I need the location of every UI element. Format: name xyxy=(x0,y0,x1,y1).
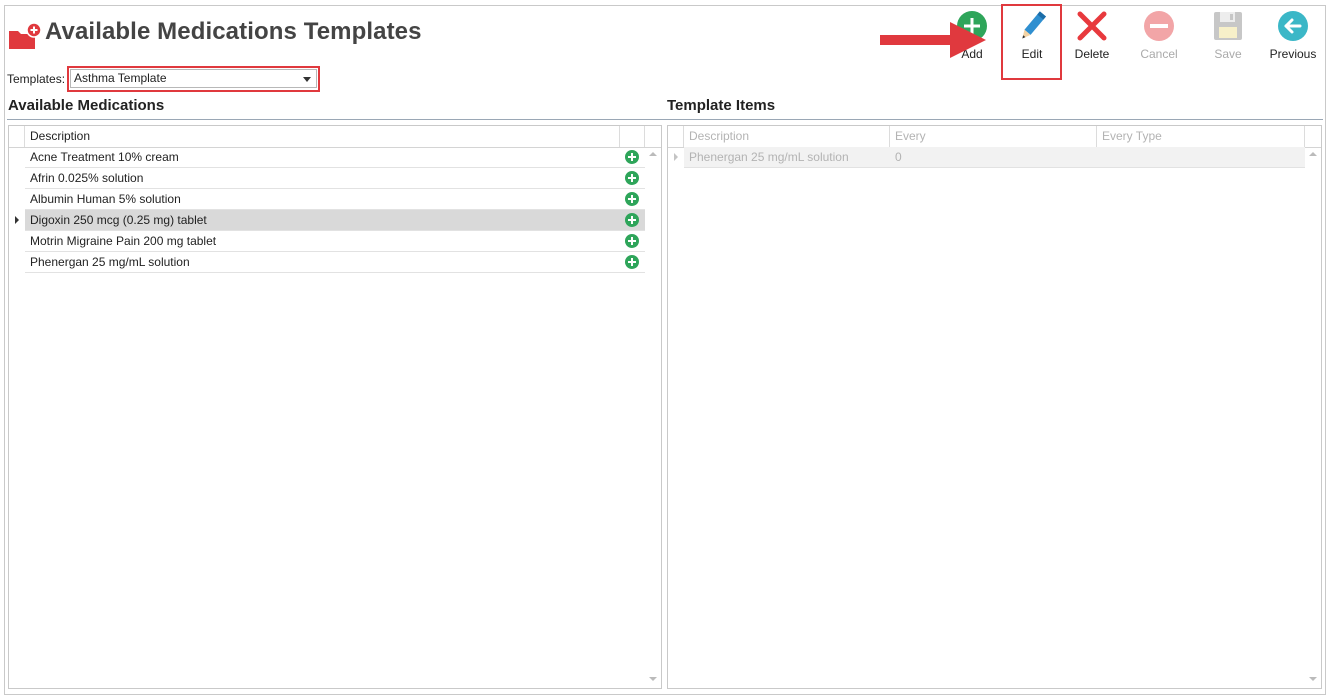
medication-folder-icon xyxy=(9,22,42,49)
edit-button[interactable]: Edit xyxy=(1002,6,1062,62)
add-medication-icon[interactable] xyxy=(625,192,639,206)
floppy-disk-icon xyxy=(1214,12,1242,40)
medication-description: Albumin Human 5% solution xyxy=(25,189,620,210)
edit-label: Edit xyxy=(1021,47,1043,61)
scroll-up-arrow-icon[interactable] xyxy=(649,152,657,156)
template-item-row[interactable]: Phenergan 25 mg/mL solution 0 xyxy=(668,147,1305,168)
annotation-arrow-icon xyxy=(880,22,986,58)
grid-header: Description xyxy=(9,126,661,148)
add-medication-cell xyxy=(620,168,645,189)
column-header-description[interactable]: Description xyxy=(684,126,890,147)
page-title: Available Medications Templates xyxy=(45,18,422,45)
medication-row[interactable]: Digoxin 250 mcg (0.25 mg) tablet xyxy=(9,210,645,231)
medication-description: Digoxin 250 mcg (0.25 mg) tablet xyxy=(25,210,620,231)
available-medications-heading: Available Medications xyxy=(8,97,165,114)
add-medication-icon[interactable] xyxy=(625,234,639,248)
available-medications-grid[interactable]: Description Acne Treatment 10% cream Afri… xyxy=(8,125,662,689)
medication-description: Acne Treatment 10% cream xyxy=(25,147,620,168)
current-row-indicator-icon xyxy=(674,153,678,161)
medication-row[interactable]: Motrin Migraine Pain 200 mg tablet xyxy=(9,231,645,252)
add-medication-cell xyxy=(620,210,645,231)
pencil-icon xyxy=(1022,11,1046,39)
template-items-heading: Template Items xyxy=(667,97,776,114)
delete-label: Delete xyxy=(1074,47,1110,61)
column-header-add xyxy=(620,126,645,147)
row-indicator-header xyxy=(668,126,684,147)
scroll-down-arrow-icon[interactable] xyxy=(649,677,657,681)
medication-description: Afrin 0.025% solution xyxy=(25,168,620,189)
scroll-down-arrow-icon[interactable] xyxy=(1309,677,1317,681)
row-indicator[interactable] xyxy=(9,231,25,252)
medication-description: Phenergan 25 mg/mL solution xyxy=(25,252,620,273)
column-header-every[interactable]: Every xyxy=(890,126,1097,147)
medication-row[interactable]: Albumin Human 5% solution xyxy=(9,189,645,210)
cancel-label: Cancel xyxy=(1140,47,1178,61)
row-indicator[interactable] xyxy=(9,168,25,189)
save-label: Save xyxy=(1214,47,1242,61)
scroll-up-arrow-icon[interactable] xyxy=(1309,152,1317,156)
column-header-description[interactable]: Description xyxy=(25,126,620,147)
section-divider xyxy=(7,119,1323,120)
arrow-left-icon xyxy=(1278,11,1308,41)
column-header-every-type[interactable]: Every Type xyxy=(1097,126,1305,147)
cancel-button[interactable]: Cancel xyxy=(1129,6,1189,62)
template-item-description: Phenergan 25 mg/mL solution xyxy=(684,147,890,168)
row-indicator[interactable] xyxy=(9,147,25,168)
current-row-indicator-icon xyxy=(15,216,19,224)
add-medication-cell xyxy=(620,252,645,273)
add-medication-cell xyxy=(620,231,645,252)
row-indicator-header xyxy=(9,126,25,147)
grid-header: Description Every Every Type xyxy=(668,126,1321,148)
add-medication-icon[interactable] xyxy=(625,213,639,227)
chevron-down-icon[interactable] xyxy=(303,77,311,82)
template-item-every-type xyxy=(1097,147,1305,168)
templates-dropdown[interactable]: Asthma Template xyxy=(70,69,317,88)
row-indicator[interactable] xyxy=(668,147,684,168)
row-indicator[interactable] xyxy=(9,189,25,210)
medication-row[interactable]: Acne Treatment 10% cream xyxy=(9,147,645,168)
close-icon xyxy=(1077,11,1107,41)
add-medication-cell xyxy=(620,189,645,210)
delete-button[interactable]: Delete xyxy=(1062,6,1122,62)
medication-description: Motrin Migraine Pain 200 mg tablet xyxy=(25,231,620,252)
add-medication-icon[interactable] xyxy=(625,150,639,164)
medication-row[interactable]: Phenergan 25 mg/mL solution xyxy=(9,252,645,273)
previous-label: Previous xyxy=(1269,47,1317,61)
templates-label: Templates: xyxy=(7,72,66,86)
templates-selected-value: Asthma Template xyxy=(74,71,167,85)
add-medication-cell xyxy=(620,147,645,168)
add-medication-icon[interactable] xyxy=(625,255,639,269)
cancel-icon xyxy=(1144,11,1174,41)
add-medication-icon[interactable] xyxy=(625,171,639,185)
template-items-grid[interactable]: Description Every Every Type Phenergan 2… xyxy=(667,125,1322,689)
save-button[interactable]: Save xyxy=(1198,6,1258,62)
row-indicator[interactable] xyxy=(9,252,25,273)
previous-button[interactable]: Previous xyxy=(1263,6,1323,62)
medication-row[interactable]: Afrin 0.025% solution xyxy=(9,168,645,189)
template-item-every: 0 xyxy=(890,147,1097,168)
row-indicator[interactable] xyxy=(9,210,25,231)
